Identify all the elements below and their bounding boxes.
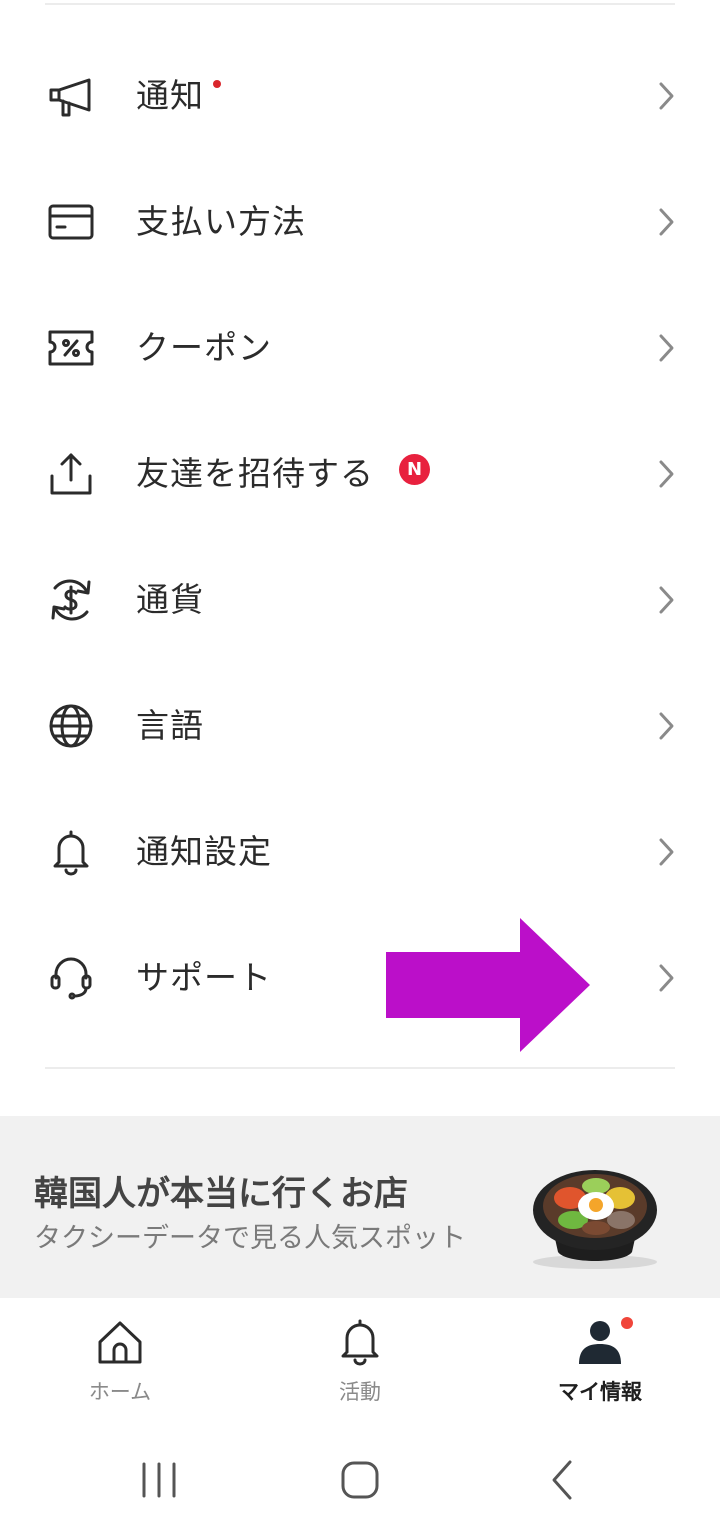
tab-label: ホーム <box>88 1380 152 1404</box>
menu-item-currency[interactable]: 通貨 <box>0 537 720 663</box>
chevron-right-icon <box>652 206 680 238</box>
menu-item-label: クーポン <box>136 328 272 367</box>
menu-item-notification-settings[interactable]: 通知設定 <box>0 789 720 915</box>
banner-title: 韓国人が本当に行くお店 <box>34 1174 408 1214</box>
credit-card-icon <box>47 198 95 246</box>
recent-apps-button[interactable] <box>133 1454 185 1506</box>
menu-item-label: 通知設定 <box>136 832 272 871</box>
chevron-right-icon <box>652 332 680 364</box>
promo-banner[interactable]: 韓国人が本当に行くお店 タクシーデータで見る人気スポット <box>0 1116 720 1298</box>
headset-icon <box>47 954 95 1002</box>
arrow-right-icon <box>386 918 590 1052</box>
menu-item-label: 友達を招待する <box>136 454 374 493</box>
megaphone-icon <box>47 72 95 120</box>
coupon-icon <box>47 324 95 372</box>
menu-item-support[interactable]: サポート <box>0 915 720 1041</box>
bell-icon <box>336 1318 384 1366</box>
tab-activity[interactable]: 活動 <box>240 1298 480 1426</box>
system-navigation-bar <box>0 1426 720 1532</box>
menu-item-language[interactable]: 言語 <box>0 663 720 789</box>
tab-label: マイ情報 <box>558 1380 642 1404</box>
menu-item-label: サポート <box>136 958 272 997</box>
bottom-tab-bar: ホーム 活動 マイ情報 <box>0 1298 720 1426</box>
bell-icon <box>47 828 95 876</box>
menu-item-coupons[interactable]: クーポン <box>0 285 720 411</box>
person-icon <box>576 1318 624 1366</box>
tab-my-info[interactable]: マイ情報 <box>480 1298 720 1426</box>
menu-item-label: 通貨 <box>136 580 204 619</box>
bottom-divider <box>45 1067 675 1069</box>
home-button[interactable] <box>334 1454 386 1506</box>
menu-item-label: 通知 <box>136 76 204 115</box>
menu-item-notifications[interactable]: 通知 <box>0 33 720 159</box>
banner-subtitle: タクシーデータで見る人気スポット <box>34 1223 466 1254</box>
chevron-right-icon <box>652 836 680 868</box>
chevron-right-icon <box>652 584 680 616</box>
tab-label: 活動 <box>339 1380 381 1404</box>
home-icon <box>96 1318 144 1366</box>
menu-item-label: 言語 <box>136 706 204 745</box>
notification-dot <box>213 80 221 88</box>
tab-home[interactable]: ホーム <box>0 1298 240 1426</box>
notification-dot <box>621 1317 633 1329</box>
share-icon <box>47 450 95 498</box>
chevron-right-icon <box>652 80 680 112</box>
chevron-right-icon <box>652 458 680 490</box>
currency-exchange-icon <box>47 576 95 624</box>
menu-item-invite-friends[interactable]: 友達を招待する <box>0 411 720 537</box>
chevron-right-icon <box>652 710 680 742</box>
menu-item-label: 支払い方法 <box>136 202 306 241</box>
new-badge: N <box>399 454 430 485</box>
globe-icon <box>47 702 95 750</box>
bibimbap-bowl-image <box>520 1144 670 1274</box>
top-divider <box>45 3 675 5</box>
settings-menu: 通知 支払い方法 クーポン 友達を招待する 通貨 言語 通知設定 サポート <box>0 33 720 1041</box>
menu-item-payment-methods[interactable]: 支払い方法 <box>0 159 720 285</box>
back-button[interactable] <box>536 1454 588 1506</box>
chevron-right-icon <box>652 962 680 994</box>
